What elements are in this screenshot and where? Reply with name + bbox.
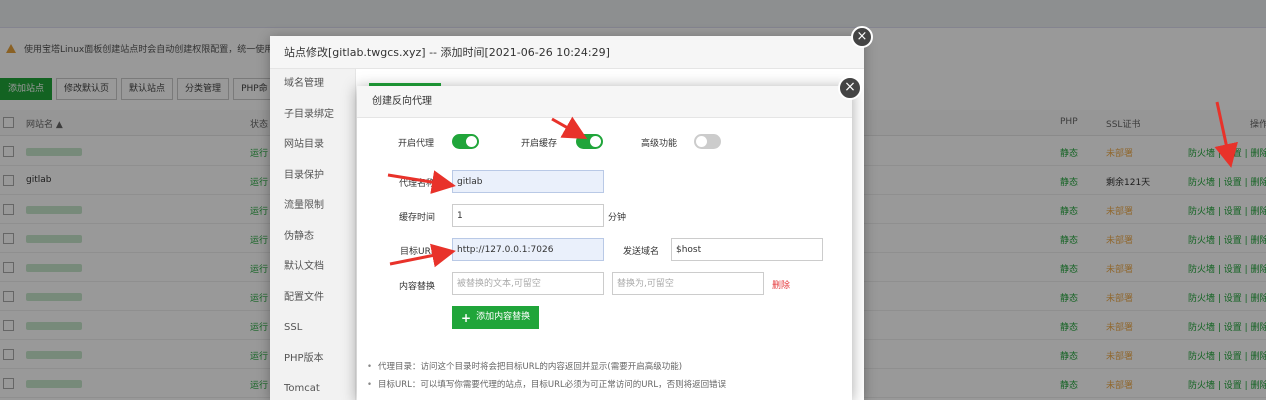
cache-time-input[interactable] [452, 204, 604, 227]
site-nav-item[interactable]: 伪静态 [270, 222, 355, 253]
replace-from-input[interactable] [452, 272, 604, 295]
help-note: 代理目录：访问这个目录时将会把目标URL的内容返回并显示(需要开启高级功能) [367, 358, 726, 376]
site-dialog-close-icon[interactable]: × [851, 26, 873, 48]
target-url-label: 目标URL [400, 247, 436, 257]
add-content-replace-label: 添加内容替换 [476, 312, 531, 322]
proxy-dialog-close-icon[interactable]: × [838, 76, 862, 100]
site-settings-nav: 域名管理 子目录绑定 网站目录 目录保护 流量限制 伪静态 默认文档 配置文件 SSL PHP版本… [270, 69, 356, 400]
enable-cache-toggle[interactable] [576, 134, 603, 149]
site-nav-item[interactable]: 配置文件 [270, 283, 355, 314]
cache-time-label: 缓存时间 [399, 213, 436, 223]
replace-to-input[interactable] [612, 272, 764, 295]
content-replace-label: 内容替换 [399, 282, 436, 292]
site-nav-item[interactable]: Tomcat [270, 374, 355, 400]
site-nav-item[interactable]: 子目录绑定 [270, 100, 355, 131]
site-dialog-title: 站点修改[gitlab.twgcs.xyz] -- 添加时间[2021-06-2… [270, 36, 864, 69]
proxy-name-label: 代理名称 [399, 179, 436, 189]
proxy-help-notes: 代理目录：访问这个目录时将会把目标URL的内容返回并显示(需要开启高级功能) 目… [367, 358, 726, 394]
advanced-toggle[interactable] [694, 134, 721, 149]
advanced-label: 高级功能 [641, 139, 678, 149]
site-nav-item[interactable]: PHP版本 [270, 344, 355, 375]
proxy-dialog-title: 创建反向代理 [357, 86, 852, 118]
delete-replace-link[interactable]: 删除 [772, 278, 790, 291]
site-nav-item[interactable]: 网站目录 [270, 130, 355, 161]
site-nav-item[interactable]: SSL [270, 313, 355, 344]
enable-proxy-toggle[interactable] [452, 134, 479, 149]
send-domain-input[interactable] [671, 238, 823, 261]
add-content-replace-button[interactable]: + 添加内容替换 [452, 306, 540, 329]
site-nav-item[interactable]: 流量限制 [270, 191, 355, 222]
site-nav-item[interactable]: 默认文档 [270, 252, 355, 283]
send-domain-label: 发送域名 [623, 247, 660, 257]
target-url-input[interactable] [452, 238, 604, 261]
site-nav-item[interactable]: 域名管理 [270, 69, 355, 100]
enable-proxy-label: 开启代理 [398, 139, 435, 149]
proxy-name-input[interactable] [452, 170, 604, 193]
enable-cache-label: 开启缓存 [521, 139, 558, 149]
site-nav-item[interactable]: 目录保护 [270, 161, 355, 192]
cache-time-unit: 分钟 [608, 213, 627, 223]
plus-icon: + [461, 310, 472, 325]
help-note: 目标URL：可以填写你需要代理的站点，目标URL必须为可正常访问的URL，否则将… [367, 376, 726, 394]
